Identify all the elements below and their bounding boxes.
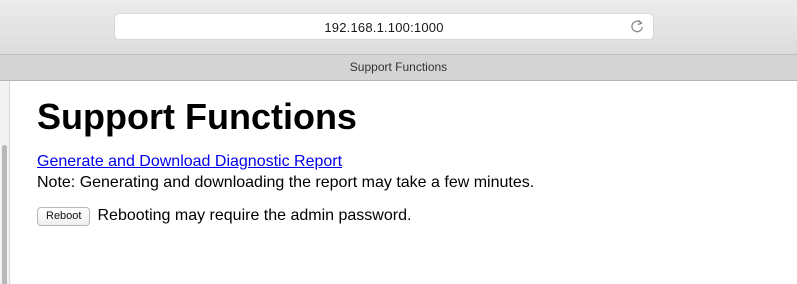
browser-window: 192.168.1.100:1000 Support Functions Sup… [0,0,797,284]
page-title: Support Functions [37,96,357,137]
address-bar[interactable]: 192.168.1.100:1000 [114,13,654,40]
scrollbar-thumb[interactable] [2,145,7,284]
page-content: Support Functions Generate and Download … [37,81,777,227]
address-text[interactable]: 192.168.1.100:1000 [115,14,653,41]
reload-icon[interactable] [629,19,645,35]
tab-support-functions[interactable]: Support Functions [0,55,797,80]
vertical-scrollbar[interactable] [0,81,10,284]
reboot-row: Reboot Rebooting may require the admin p… [37,205,777,227]
browser-toolbar: 192.168.1.100:1000 [0,0,797,54]
report-note: Note: Generating and downloading the rep… [37,174,535,191]
tab-bar: Support Functions [0,54,797,81]
reboot-note: Rebooting may require the admin password… [97,207,412,224]
reboot-button[interactable]: Reboot [37,206,91,226]
diagnostic-report-link[interactable]: Generate and Download Diagnostic Report [37,152,342,172]
